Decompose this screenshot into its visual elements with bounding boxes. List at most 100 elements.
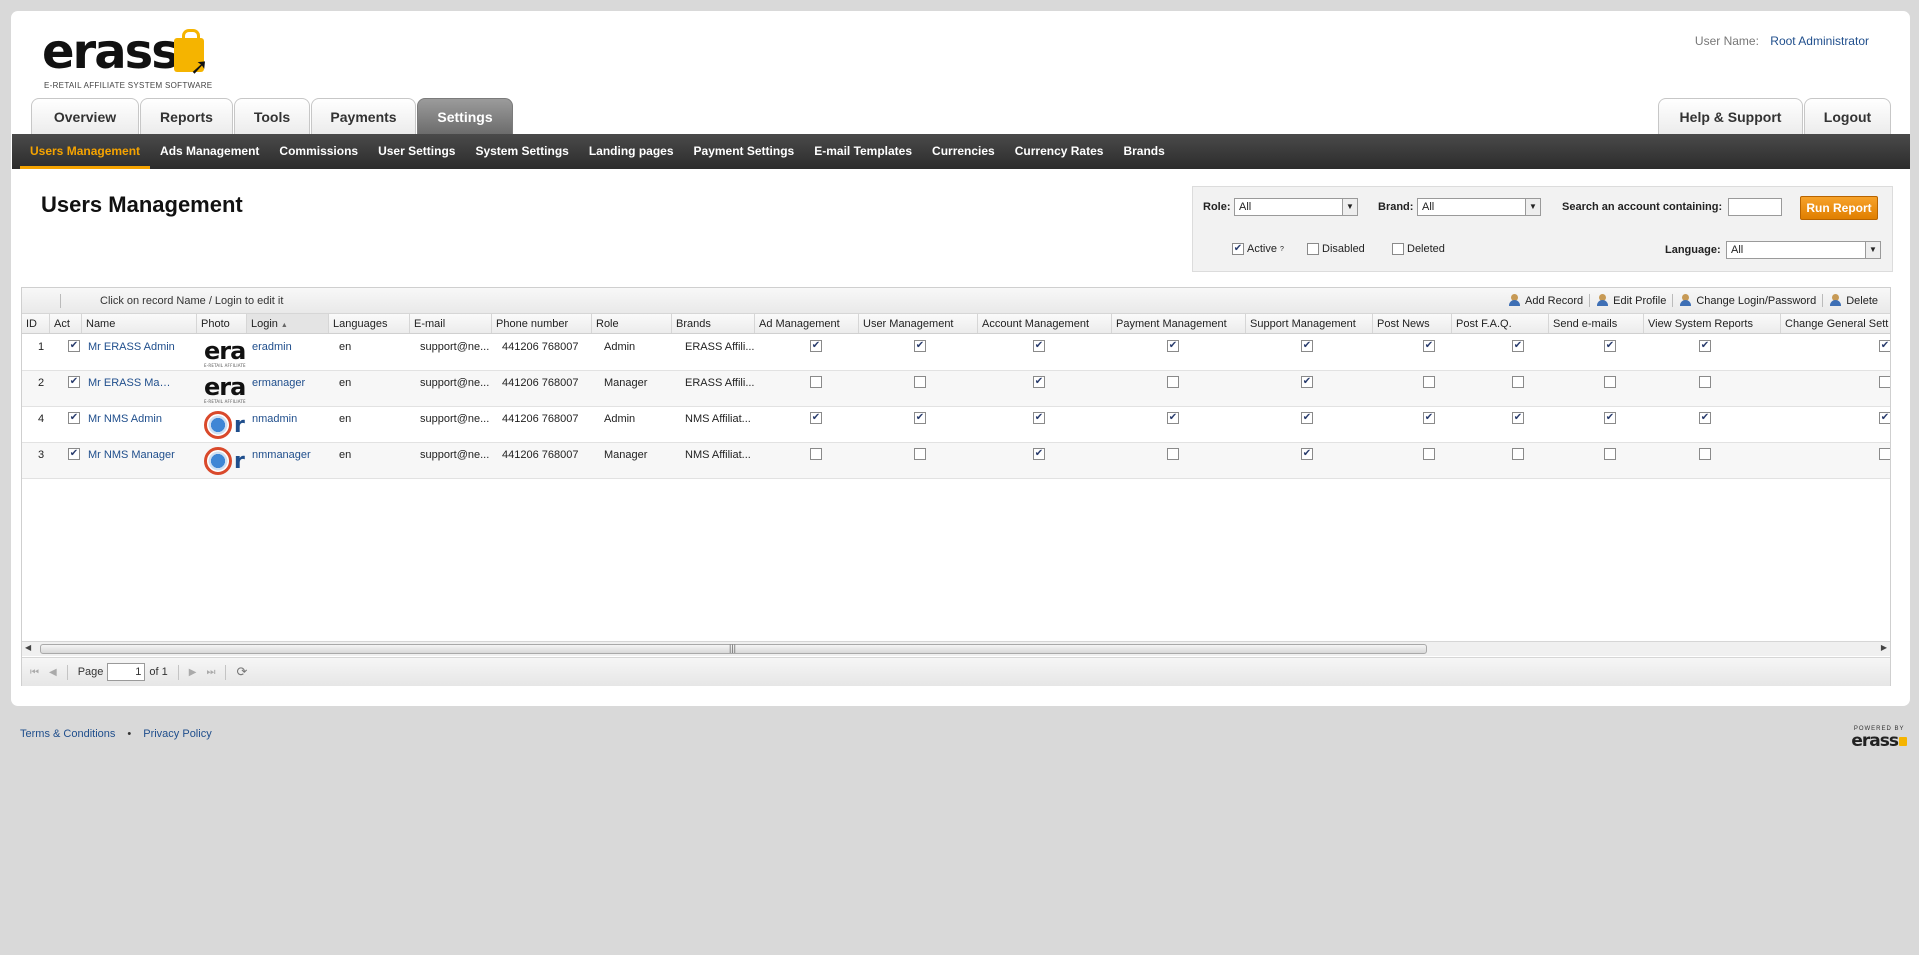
prev-page-icon[interactable]: ◀ [49,667,57,678]
column-header-user-management[interactable]: User Management [859,314,978,333]
subnav-user-settings[interactable]: User Settings [378,134,455,169]
tab-payments[interactable]: Payments [311,98,416,134]
permission-checkbox[interactable]: ✔ [1167,412,1179,425]
cell-name-link[interactable]: Mr NMS Admin [88,413,176,425]
permission-checkbox[interactable] [1423,448,1435,461]
permission-checkbox[interactable] [914,448,926,461]
cell-send-emails[interactable] [1604,376,1620,389]
permission-checkbox[interactable]: ✔ [1423,340,1435,353]
cell-account-management[interactable]: ✔ [1033,376,1049,389]
permission-checkbox[interactable]: ✔ [1033,448,1045,461]
cell-view-system-reports[interactable]: ✔ [1699,340,1715,353]
brand-select[interactable]: All ▼ [1417,198,1541,216]
change-login-password-button[interactable]: Change Login/Password [1673,294,1822,307]
tab-settings[interactable]: Settings [417,98,513,134]
role-select[interactable]: All ▼ [1234,198,1358,216]
active-row-checkbox[interactable]: ✔ [68,340,80,353]
subnav-system-settings[interactable]: System Settings [475,134,568,169]
permission-checkbox[interactable]: ✔ [1604,412,1616,425]
cell-user-management[interactable]: ✔ [914,340,930,353]
column-header-email[interactable]: E-mail [410,314,492,333]
permission-checkbox[interactable]: ✔ [1512,340,1524,353]
permission-checkbox[interactable]: ✔ [1879,340,1890,353]
column-header-languages[interactable]: Languages [329,314,410,333]
cell-post-news[interactable]: ✔ [1423,412,1439,425]
last-page-icon[interactable]: ⏭ [206,667,215,678]
tab-logout[interactable]: Logout [1804,98,1891,134]
column-header-view-system-reports[interactable]: View System Reports [1644,314,1781,333]
column-header-login[interactable]: Login ▲ [247,314,329,333]
cell-account-management[interactable]: ✔ [1033,448,1049,461]
cell-name-link[interactable]: Mr ERASS Admin [88,341,176,353]
privacy-link[interactable]: Privacy Policy [143,728,211,740]
page-number-input[interactable]: 1 [107,663,146,681]
column-header-brands[interactable]: Brands [672,314,755,333]
column-header-phone[interactable]: Phone number [492,314,592,333]
permission-checkbox[interactable]: ✔ [1033,340,1045,353]
column-header-id[interactable]: ID [22,314,50,333]
cell-name-link[interactable]: Mr NMS Manager [88,449,176,461]
cell-payment-management[interactable] [1167,376,1183,389]
disabled-checkbox[interactable] [1307,243,1319,255]
horizontal-scrollbar[interactable]: ◀ ||| ▶ [22,641,1890,656]
permission-checkbox[interactable]: ✔ [1301,376,1313,389]
permission-checkbox[interactable]: ✔ [1699,340,1711,353]
cell-act[interactable]: ✔ [68,340,84,353]
permission-checkbox[interactable] [1604,448,1616,461]
cell-change-general-settings[interactable]: ✔ [1879,412,1890,425]
permission-checkbox[interactable]: ✔ [1301,448,1313,461]
subnav-brands[interactable]: Brands [1123,134,1164,169]
permission-checkbox[interactable] [1512,448,1524,461]
first-page-icon[interactable]: ⏮ [30,667,39,678]
disabled-checkbox-group[interactable]: Disabled [1307,243,1365,255]
table-row[interactable]: 2 ✔ Mr ERASS Mana... era E-RETAIL AFFILIATE e… [22,371,1890,407]
cell-login-link[interactable]: nmadmin [252,413,322,425]
permission-checkbox[interactable] [1699,448,1711,461]
cell-act[interactable]: ✔ [68,412,84,425]
cell-post-faq[interactable] [1512,376,1528,389]
cell-act[interactable]: ✔ [68,448,84,461]
scroll-left-icon[interactable]: ◀ [25,643,31,652]
scroll-right-icon[interactable]: ▶ [1881,643,1887,652]
column-header-post-faq[interactable]: Post F.A.Q. [1452,314,1549,333]
permission-checkbox[interactable]: ✔ [1167,340,1179,353]
permission-checkbox[interactable]: ✔ [1423,412,1435,425]
tab-tools[interactable]: Tools [234,98,310,134]
refresh-icon[interactable]: ⟳ [236,664,247,680]
permission-checkbox[interactable]: ✔ [810,340,822,353]
cell-login-link[interactable]: ermanager [252,377,322,389]
table-row[interactable]: 3 ✔ Mr NMS Manager r nmmanager en support@ne..… [22,443,1890,479]
cell-support-management[interactable]: ✔ [1301,376,1317,389]
cell-support-management[interactable]: ✔ [1301,340,1317,353]
column-header-ad-management[interactable]: Ad Management [755,314,859,333]
cell-ad-management[interactable] [810,448,826,461]
permission-checkbox[interactable]: ✔ [1512,412,1524,425]
permission-checkbox[interactable]: ✔ [1033,376,1045,389]
cell-view-system-reports[interactable] [1699,448,1715,461]
cell-user-management[interactable] [914,448,930,461]
cell-ad-management[interactable]: ✔ [810,412,826,425]
column-header-post-news[interactable]: Post News [1373,314,1452,333]
active-row-checkbox[interactable]: ✔ [68,448,80,461]
permission-checkbox[interactable] [1423,376,1435,389]
column-header-support-management[interactable]: Support Management [1246,314,1373,333]
cell-login-link[interactable]: nmmanager [252,449,322,461]
subnav-currency-rates[interactable]: Currency Rates [1015,134,1104,169]
permission-checkbox[interactable]: ✔ [914,340,926,353]
cell-post-news[interactable]: ✔ [1423,340,1439,353]
column-header-account-management[interactable]: Account Management [978,314,1112,333]
subnav-ads-management[interactable]: Ads Management [160,134,259,169]
scrollbar-thumb[interactable]: ||| [40,643,1427,654]
permission-checkbox[interactable]: ✔ [1604,340,1616,353]
delete-button[interactable]: Delete [1823,294,1884,307]
active-checkbox[interactable]: ✔ [1232,243,1244,255]
permission-checkbox[interactable] [1879,376,1890,389]
permission-checkbox[interactable] [810,376,822,389]
cell-view-system-reports[interactable] [1699,376,1715,389]
cell-name-link[interactable]: Mr ERASS Mana... [88,377,176,389]
permission-checkbox[interactable] [1167,448,1179,461]
active-row-checkbox[interactable]: ✔ [68,412,80,425]
language-select[interactable]: All ▼ [1726,241,1881,259]
column-header-role[interactable]: Role [592,314,672,333]
cell-login-link[interactable]: eradmin [252,341,322,353]
